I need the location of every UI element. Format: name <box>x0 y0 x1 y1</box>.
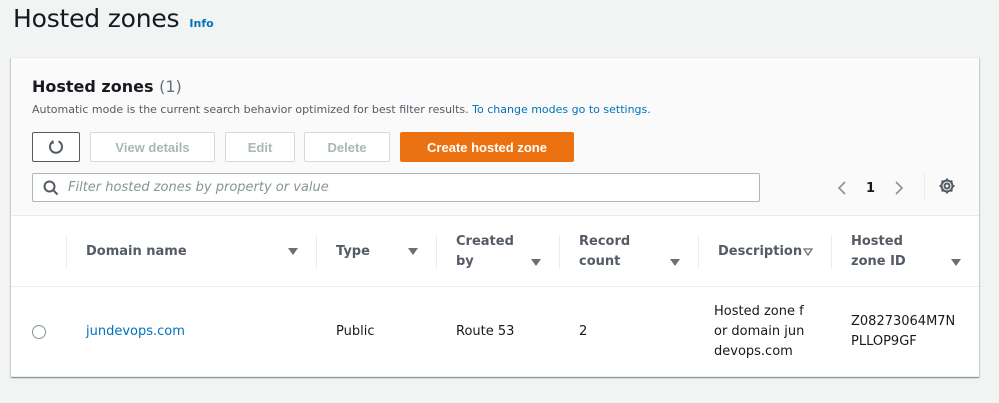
hosted-zones-table: Domain name Type Created by Record count… <box>11 217 979 377</box>
column-header-created-by[interactable]: Created by <box>436 217 559 287</box>
refresh-button[interactable] <box>32 132 80 162</box>
column-label: Description <box>718 243 803 259</box>
description-cell: Hosted zone for domain jundevops.com <box>698 286 831 377</box>
description-text: Automatic mode is the current search beh… <box>32 103 469 116</box>
created-by-cell: Route 53 <box>436 286 559 377</box>
domain-name-link[interactable]: jundevops.com <box>86 324 185 339</box>
column-label: Domain name <box>86 243 187 259</box>
description-value: Hosted zone for domain jundevops.com <box>714 303 805 359</box>
search-input[interactable]: Filter hosted zones by property or value <box>32 173 760 202</box>
search-mode-description: Automatic mode is the current search beh… <box>32 103 651 116</box>
sort-caret-icon <box>288 248 298 255</box>
change-modes-link[interactable]: To change modes go to settings. <box>472 103 651 116</box>
sort-caret-icon <box>803 248 813 256</box>
column-label: Record count <box>579 233 631 269</box>
pagination-divider <box>924 174 925 200</box>
column-label: Hosted zone ID <box>851 233 906 269</box>
type-cell: Public <box>316 286 436 377</box>
pagination: 1 <box>834 178 914 198</box>
hosted-zone-id-value: Z08273064M7NPLLOP9GF <box>851 313 956 349</box>
page-title: Hosted zones <box>13 4 180 33</box>
container-header: Hosted zones (1) Automatic mode is the c… <box>11 58 979 216</box>
create-hosted-zone-button[interactable]: Create hosted zone <box>400 132 574 162</box>
search-icon <box>43 180 59 195</box>
info-link[interactable]: Info <box>189 17 213 30</box>
column-header-type[interactable]: Type <box>316 217 436 287</box>
view-details-button[interactable]: View details <box>90 132 215 162</box>
record-count-value: 2 <box>579 323 588 339</box>
select-column-header <box>11 217 66 287</box>
column-header-description[interactable]: Description <box>698 217 831 287</box>
delete-button[interactable]: Delete <box>304 132 390 162</box>
hosted-zones-container: Hosted zones (1) Automatic mode is the c… <box>11 57 979 377</box>
edit-button[interactable]: Edit <box>225 132 295 162</box>
row-radio-button[interactable] <box>32 324 46 339</box>
table-row[interactable]: jundevops.com Public Route 53 2 Hosted z… <box>11 286 979 377</box>
search-placeholder: Filter hosted zones by property or value <box>68 180 329 195</box>
row-select-cell <box>11 286 66 377</box>
record-count-cell: 2 <box>559 286 698 377</box>
container-title: Hosted zones (1) <box>32 77 182 96</box>
type-value: Public <box>336 323 375 339</box>
hosted-zone-id-cell: Z08273064M7NPLLOP9GF <box>831 286 979 377</box>
gear-icon[interactable] <box>938 177 956 195</box>
table-header-row: Domain name Type Created by Record count… <box>11 217 979 287</box>
container-title-text: Hosted zones <box>32 77 154 96</box>
column-header-record-count[interactable]: Record count <box>559 217 698 287</box>
column-header-hosted-zone-id[interactable]: Hosted zone ID <box>831 217 979 287</box>
page-header: Hosted zones Info <box>13 4 214 33</box>
column-header-domain-name[interactable]: Domain name <box>66 217 316 287</box>
column-label: Type <box>336 243 370 259</box>
zone-count: (1) <box>159 77 182 96</box>
sort-caret-icon <box>670 259 680 266</box>
page-number[interactable]: 1 <box>866 181 875 196</box>
created-by-value: Route 53 <box>456 323 515 339</box>
sort-caret-icon <box>951 259 961 266</box>
domain-name-cell: jundevops.com <box>66 286 316 377</box>
column-label: Created by <box>456 233 514 269</box>
sort-caret-icon <box>531 259 541 266</box>
refresh-icon <box>49 140 63 154</box>
sort-caret-icon <box>408 248 418 255</box>
chevron-right-icon[interactable] <box>891 180 907 196</box>
chevron-left-icon[interactable] <box>834 180 850 196</box>
